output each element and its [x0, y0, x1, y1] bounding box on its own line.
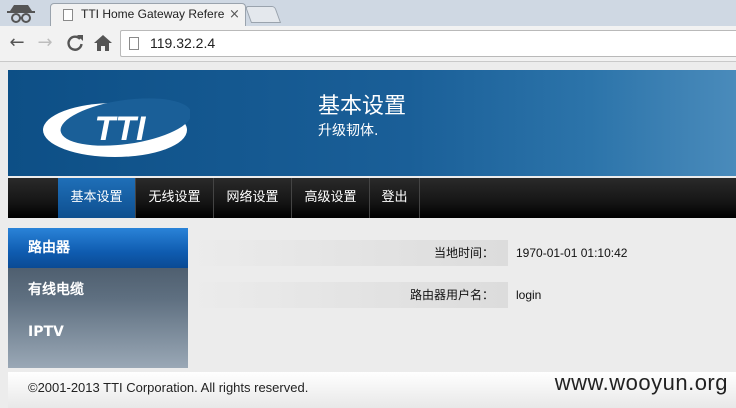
- forward-icon[interactable]: →: [34, 32, 56, 54]
- nav-advanced-settings[interactable]: 高级设置: [292, 178, 370, 218]
- browser-tabstrip: TTI Home Gateway Refere ×: [0, 0, 736, 26]
- browser-tab[interactable]: TTI Home Gateway Refere ×: [50, 3, 246, 26]
- reload-icon[interactable]: [64, 32, 86, 54]
- nav-network-settings[interactable]: 网络设置: [214, 178, 292, 218]
- incognito-icon: [7, 5, 35, 23]
- header-banner: TTI 基本设置 升级韧体.: [8, 70, 736, 176]
- new-tab-button[interactable]: [244, 6, 282, 23]
- tti-logo: TTI: [43, 98, 190, 157]
- username-value: login: [516, 288, 542, 302]
- username-label: 路由器用户名：: [188, 282, 508, 308]
- browser-toolbar: ← → 119.32.2.4: [0, 26, 736, 62]
- watermark: www.wooyun.org: [554, 370, 728, 395]
- address-bar[interactable]: 119.32.2.4: [120, 30, 736, 57]
- sidebar-item-iptv[interactable]: IPTV: [8, 312, 188, 352]
- copyright-text: ©2001-2013 TTI Corporation. All rights r…: [28, 380, 309, 395]
- url-text[interactable]: 119.32.2.4: [150, 35, 215, 51]
- sidebar-item-cable[interactable]: 有线电缆: [8, 270, 188, 310]
- home-icon[interactable]: [92, 32, 114, 54]
- local-time-value: 1970-01-01 01:10:42: [516, 246, 628, 260]
- local-time-label: 当地时间：: [188, 240, 508, 266]
- tab-title: TTI Home Gateway Refere: [81, 7, 225, 21]
- close-tab-icon[interactable]: ×: [229, 7, 240, 23]
- nav-basic-settings[interactable]: 基本设置: [58, 178, 136, 218]
- top-navigation: 基本设置 无线设置 网络设置 高级设置 登出: [8, 178, 736, 218]
- sidebar-item-router[interactable]: 路由器: [8, 228, 188, 268]
- page-icon: [129, 37, 139, 50]
- nav-logout[interactable]: 登出: [370, 178, 420, 218]
- info-row-local-time: 当地时间： 1970-01-01 01:10:42: [188, 240, 736, 266]
- page-subtitle: 升级韧体.: [318, 123, 379, 139]
- router-page: TTI 基本设置 升级韧体. 基本设置 无线设置 网络设置 高级设置 登出 路由…: [0, 62, 736, 408]
- sidebar: 路由器 有线电缆 IPTV: [8, 228, 188, 368]
- svg-text:TTI: TTI: [95, 110, 148, 148]
- back-icon[interactable]: ←: [6, 32, 28, 54]
- info-row-username: 路由器用户名： login: [188, 282, 736, 308]
- page-icon: [63, 9, 73, 21]
- nav-wireless-settings[interactable]: 无线设置: [136, 178, 214, 218]
- page-title: 基本设置: [318, 94, 407, 119]
